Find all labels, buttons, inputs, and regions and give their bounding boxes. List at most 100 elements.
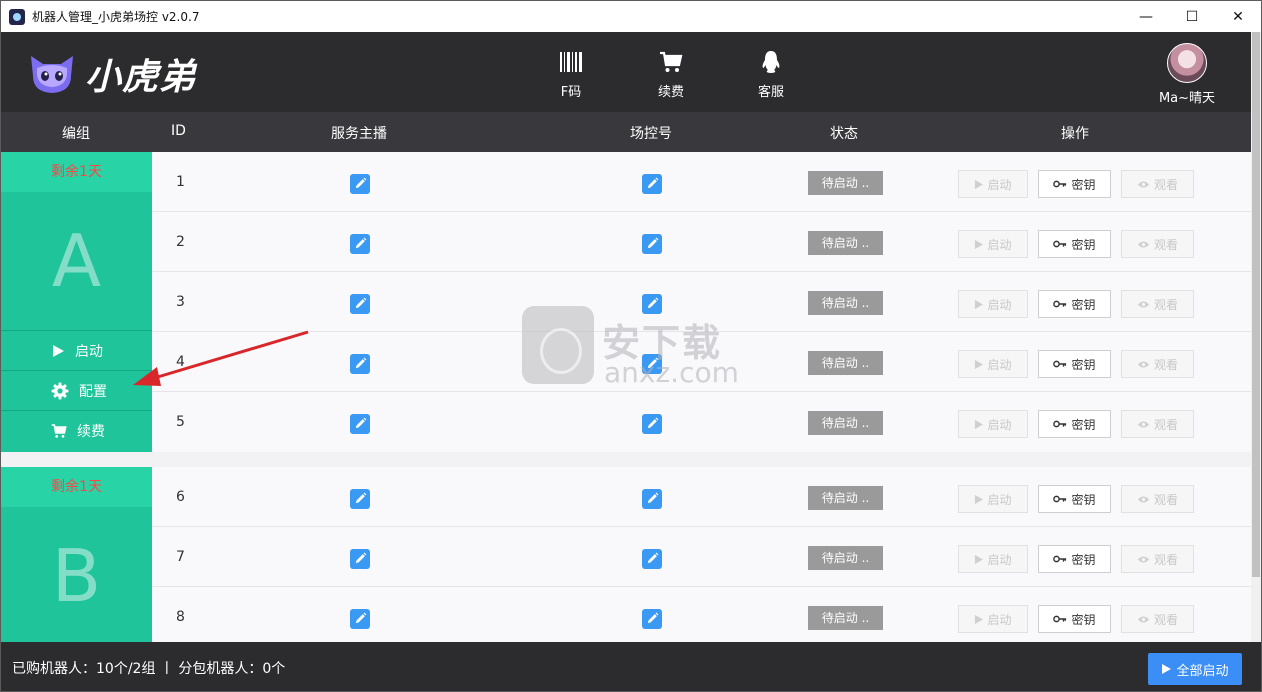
start-label: 启动 bbox=[987, 417, 1012, 432]
group-start-button[interactable]: 启动 bbox=[1, 330, 152, 370]
status-badge[interactable]: 待启动 .. bbox=[808, 351, 883, 375]
edit-control-button[interactable] bbox=[642, 609, 662, 629]
start-button[interactable]: 启动 bbox=[958, 230, 1028, 258]
robot-list: 剩余1天 A 启动 配置 续费 1 待启动 .. 启动 密钥 观看 2 待启动 … bbox=[1, 152, 1251, 642]
close-button[interactable]: ✕ bbox=[1215, 1, 1261, 32]
watch-button[interactable]: 观看 bbox=[1121, 410, 1194, 438]
key-icon bbox=[1053, 420, 1067, 428]
watch-label: 观看 bbox=[1153, 612, 1178, 627]
table-header: 编组 ID 服务主播 场控号 状态 操作 bbox=[1, 112, 1251, 152]
edit-anchor-button[interactable] bbox=[350, 489, 370, 509]
status-badge[interactable]: 待启动 .. bbox=[808, 486, 883, 510]
key-button[interactable]: 密钥 bbox=[1038, 605, 1111, 633]
start-all-button[interactable]: 全部启动 bbox=[1148, 653, 1242, 685]
edit-anchor-button[interactable] bbox=[350, 174, 370, 194]
status-badge[interactable]: 待启动 .. bbox=[808, 546, 883, 570]
nav-renew[interactable]: 续费 bbox=[641, 50, 701, 100]
start-button[interactable]: 启动 bbox=[958, 170, 1028, 198]
robot-id: 6 bbox=[176, 489, 185, 505]
key-button[interactable]: 密钥 bbox=[1038, 485, 1111, 513]
play-icon bbox=[975, 239, 984, 249]
group-config-button[interactable]: 配置 bbox=[1, 370, 152, 410]
key-label: 密钥 bbox=[1071, 552, 1096, 567]
pencil-icon bbox=[354, 610, 367, 629]
key-label: 密钥 bbox=[1071, 612, 1096, 627]
play-icon bbox=[975, 554, 984, 564]
edit-anchor-button[interactable] bbox=[350, 294, 370, 314]
start-button[interactable]: 启动 bbox=[958, 485, 1028, 513]
start-button[interactable]: 启动 bbox=[958, 605, 1028, 633]
app-window: 机器人管理_小虎弟场控 v2.0.7 — ☐ ✕ 小虎弟 F码 续费 客服 Ma… bbox=[0, 0, 1262, 692]
watch-button[interactable]: 观看 bbox=[1121, 485, 1194, 513]
edit-control-button[interactable] bbox=[642, 549, 662, 569]
group-letter: B bbox=[51, 534, 102, 618]
edit-control-button[interactable] bbox=[642, 234, 662, 254]
edit-control-button[interactable] bbox=[642, 174, 662, 194]
edit-anchor-button[interactable] bbox=[350, 609, 370, 629]
watch-button[interactable]: 观看 bbox=[1121, 290, 1194, 318]
brand-name: 小虎弟 bbox=[85, 57, 197, 98]
start-label: 启动 bbox=[987, 297, 1012, 312]
group-panel-b: 剩余1天 B bbox=[1, 467, 152, 642]
minimize-button[interactable]: — bbox=[1123, 1, 1169, 32]
edit-control-button[interactable] bbox=[642, 489, 662, 509]
play-icon bbox=[975, 359, 984, 369]
status-badge[interactable]: 待启动 .. bbox=[808, 411, 883, 435]
edit-anchor-button[interactable] bbox=[350, 354, 370, 374]
status-badge[interactable]: 待启动 .. bbox=[808, 231, 883, 255]
start-button[interactable]: 启动 bbox=[958, 410, 1028, 438]
shield-icon bbox=[522, 306, 594, 384]
edit-anchor-button[interactable] bbox=[350, 414, 370, 434]
watch-button[interactable]: 观看 bbox=[1121, 545, 1194, 573]
group-renew-button[interactable]: 续费 bbox=[1, 410, 152, 450]
edit-anchor-button[interactable] bbox=[350, 234, 370, 254]
eye-icon bbox=[1137, 300, 1150, 308]
pencil-icon bbox=[646, 175, 659, 194]
user-profile[interactable]: Ma~晴天 bbox=[1151, 43, 1223, 106]
maximize-button[interactable]: ☐ bbox=[1169, 1, 1215, 32]
avatar[interactable] bbox=[1167, 43, 1207, 83]
start-label: 启动 bbox=[987, 357, 1012, 372]
watch-button[interactable]: 观看 bbox=[1121, 605, 1194, 633]
scrollbar-thumb[interactable] bbox=[1252, 32, 1260, 577]
key-button[interactable]: 密钥 bbox=[1038, 350, 1111, 378]
pencil-icon bbox=[354, 490, 367, 509]
nav-support[interactable]: 客服 bbox=[741, 50, 801, 100]
start-button[interactable]: 启动 bbox=[958, 350, 1028, 378]
key-button[interactable]: 密钥 bbox=[1038, 545, 1111, 573]
key-button[interactable]: 密钥 bbox=[1038, 410, 1111, 438]
group-start-label: 启动 bbox=[75, 343, 103, 360]
nav-f-code[interactable]: F码 bbox=[541, 50, 601, 100]
robot-id: 8 bbox=[176, 609, 185, 625]
eye-icon bbox=[1137, 495, 1150, 503]
status-badge[interactable]: 待启动 .. bbox=[808, 606, 883, 630]
robot-id: 4 bbox=[176, 354, 185, 370]
play-icon bbox=[975, 299, 984, 309]
key-button[interactable]: 密钥 bbox=[1038, 170, 1111, 198]
eye-icon bbox=[1137, 555, 1150, 563]
key-button[interactable]: 密钥 bbox=[1038, 290, 1111, 318]
gear-icon bbox=[51, 382, 69, 399]
pencil-icon bbox=[354, 355, 367, 374]
group-b: 剩余1天 B 6 待启动 .. 启动 密钥 观看 7 待启动 .. 启动 密钥 观看 8 待启动 ..… bbox=[1, 467, 1251, 642]
watch-button[interactable]: 观看 bbox=[1121, 350, 1194, 378]
watch-button[interactable]: 观看 bbox=[1121, 170, 1194, 198]
table-row: 8 待启动 .. 启动 密钥 观看 bbox=[152, 587, 1251, 642]
remaining-days: 剩余1天 bbox=[1, 467, 152, 507]
key-icon bbox=[1053, 360, 1067, 368]
watch-button[interactable]: 观看 bbox=[1121, 230, 1194, 258]
status-badge[interactable]: 待启动 .. bbox=[808, 171, 883, 195]
group-b-rows: 6 待启动 .. 启动 密钥 观看 7 待启动 .. 启动 密钥 观看 8 待启动 .. 启动 密钥 观看 bbox=[152, 467, 1251, 642]
pencil-icon bbox=[354, 550, 367, 569]
group-letter: A bbox=[51, 219, 102, 303]
table-row: 7 待启动 .. 启动 密钥 观看 bbox=[152, 527, 1251, 587]
edit-anchor-button[interactable] bbox=[350, 549, 370, 569]
pencil-icon bbox=[646, 490, 659, 509]
status-badge[interactable]: 待启动 .. bbox=[808, 291, 883, 315]
table-row: 2 待启动 .. 启动 密钥 观看 bbox=[152, 212, 1251, 272]
edit-control-button[interactable] bbox=[642, 414, 662, 434]
start-button[interactable]: 启动 bbox=[958, 545, 1028, 573]
start-button[interactable]: 启动 bbox=[958, 290, 1028, 318]
key-button[interactable]: 密钥 bbox=[1038, 230, 1111, 258]
app-icon bbox=[9, 8, 25, 25]
